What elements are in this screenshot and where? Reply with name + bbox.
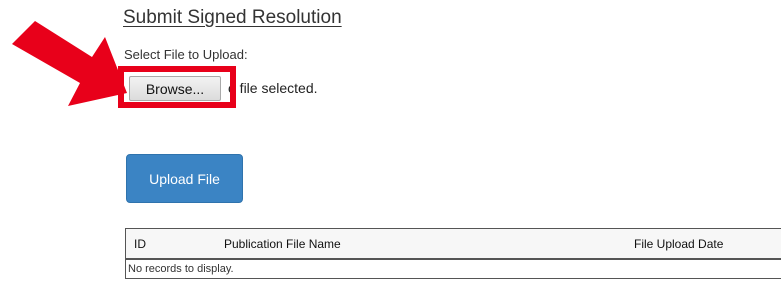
grid-header: ID Publication File Name File Upload Dat… <box>126 229 781 260</box>
select-file-label: Select File to Upload: <box>124 47 248 62</box>
files-grid: ID Publication File Name File Upload Dat… <box>125 228 781 279</box>
column-header-upload-date[interactable]: File Upload Date <box>634 237 723 251</box>
section-title: Submit Signed Resolution <box>123 7 342 28</box>
browse-button[interactable]: Browse... <box>129 76 221 101</box>
column-header-file-name[interactable]: Publication File Name <box>224 237 341 251</box>
empty-message: No records to display. <box>128 263 234 275</box>
upload-page: Submit Signed Resolution Select File to … <box>0 0 781 285</box>
column-header-id[interactable]: ID <box>134 237 146 251</box>
upload-file-button[interactable]: Upload File <box>126 154 243 203</box>
file-status-text: o file selected. <box>228 80 318 96</box>
